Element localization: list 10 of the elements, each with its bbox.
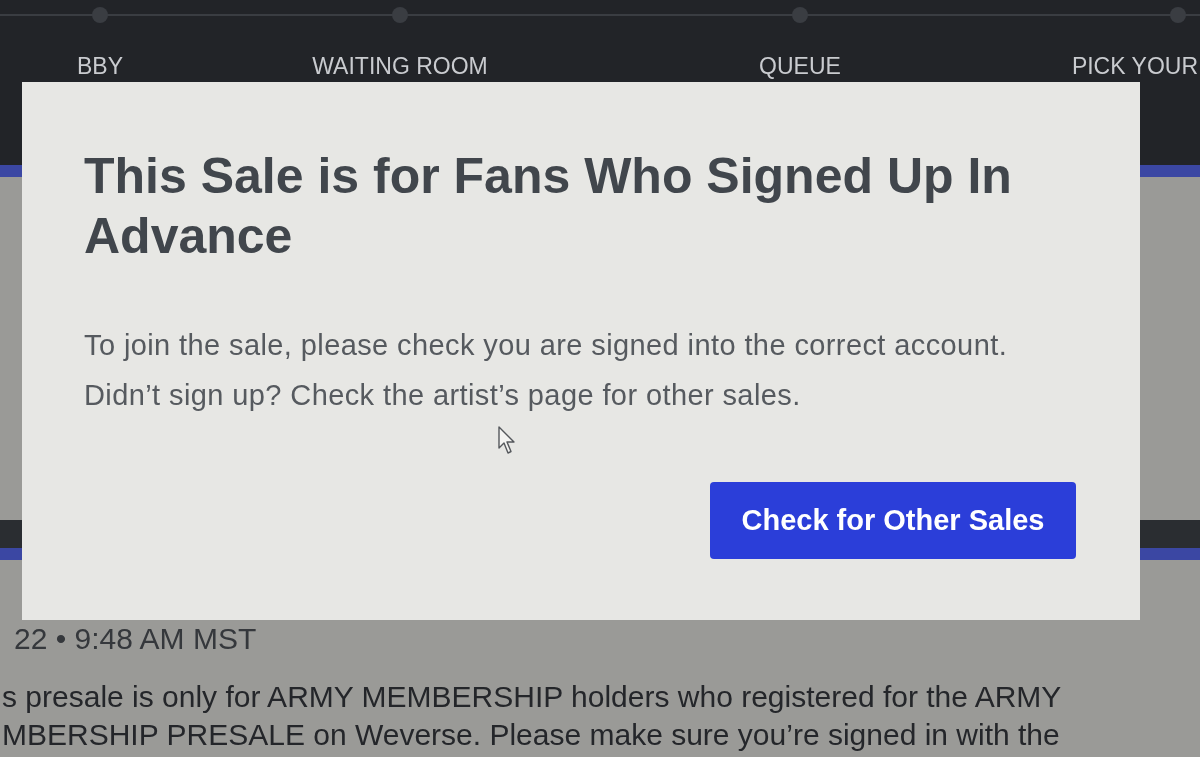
step-label[interactable]: BBY [77,53,123,80]
cursor-icon [498,426,516,454]
step-label[interactable]: QUEUE [759,53,841,80]
presale-notice-text: s presale is only for ARMY MEMBERSHIP holders who registered for the ARMY MBERSHIP PRESALE on Weverse. Please make sure you’re signed in with the [2,679,1063,753]
timestamp: 22 • 9:48 AM MST [13,622,258,656]
modal-message: To join the sale, please check you are signed into the correct account. Didn’t sign up? Check the artist’s page for other sales. [84,328,1009,413]
check-other-sales-button[interactable]: Check for Other Sales [710,482,1076,559]
modal-title: This Sale is for Fans Who Signed Up In Advance [84,147,1013,266]
step-label[interactable]: PICK YOUR [1071,53,1198,80]
step-label[interactable]: WAITING ROOM [312,53,488,80]
